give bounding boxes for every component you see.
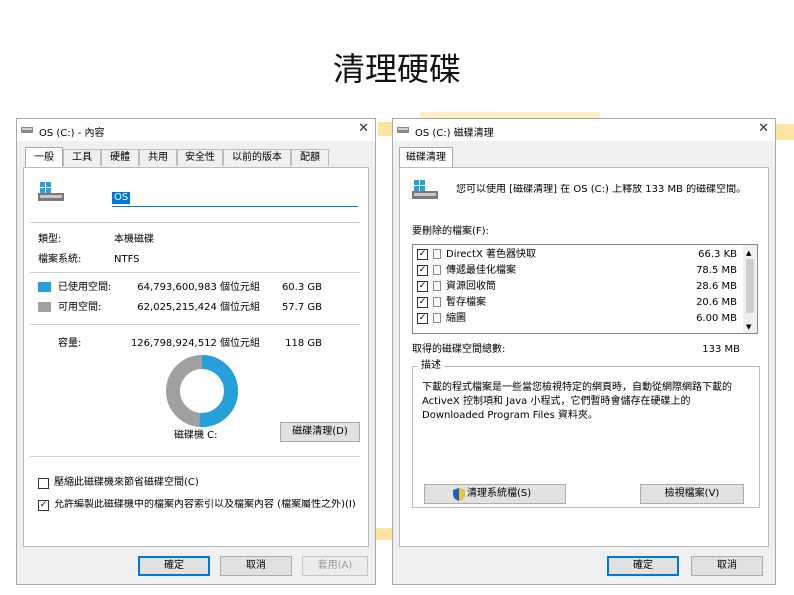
description-line: ActiveX 控制項和 Java 小程式，它們暫時會儲存在硬碟上的 bbox=[422, 396, 691, 407]
description-line: Downloaded Program Files 資料夾。 bbox=[422, 410, 598, 421]
capacity-label: 容量: bbox=[58, 338, 82, 349]
drive-icon bbox=[397, 127, 409, 133]
used-size: 60.3 GB bbox=[281, 282, 322, 293]
drive-icon bbox=[38, 182, 64, 201]
index-checkbox[interactable]: ✓ bbox=[38, 500, 49, 511]
slide-title: 清理硬碟 bbox=[332, 50, 461, 88]
free-label: 可用空間: bbox=[58, 302, 102, 313]
apply-button[interactable]: 套用(A) bbox=[302, 556, 368, 576]
type-value: 本機磁碟 bbox=[114, 234, 154, 245]
files-list-label: 要刪除的檔案(F): bbox=[412, 226, 489, 237]
files-list[interactable]: ✓ DirectX 著色器快取 66.3 KB ✓ 傳遞最佳化檔案 78.5 MB ✓ 資源回… bbox=[412, 244, 758, 334]
file-name: 資源回收筒 bbox=[446, 281, 496, 292]
file-name: 暫存檔案 bbox=[446, 297, 486, 308]
cancel-button[interactable]: 取消 bbox=[691, 556, 763, 576]
divider bbox=[30, 324, 360, 325]
file-checkbox[interactable]: ✓ bbox=[417, 281, 428, 292]
description-label: 描述 bbox=[418, 360, 444, 372]
file-icon bbox=[433, 297, 441, 307]
usage-donut bbox=[166, 355, 238, 427]
disk-cleanup-button[interactable]: 磁碟清理(D) bbox=[280, 422, 360, 442]
drive-icon bbox=[412, 180, 438, 199]
divider bbox=[30, 456, 360, 457]
close-icon[interactable]: ✕ bbox=[758, 122, 769, 136]
file-size: 78.5 MB bbox=[696, 265, 737, 276]
tab-tools[interactable]: 工具 bbox=[63, 149, 101, 166]
free-swatch bbox=[38, 302, 51, 312]
compress-checkbox[interactable] bbox=[38, 478, 49, 489]
scroll-up-icon[interactable]: ▲ bbox=[746, 247, 751, 259]
description-line: 下載的程式檔案是一些當您檢視特定的網頁時，自動從網際網路下載的 bbox=[422, 382, 732, 393]
file-icon bbox=[433, 281, 441, 291]
ok-button[interactable]: 確定 bbox=[138, 556, 210, 576]
cleanup-intro: 您可以使用 [磁碟清理] 在 OS (C:) 上釋放 133 MB 的磁碟空間。 bbox=[456, 184, 747, 195]
fs-label: 檔案系統: bbox=[38, 254, 82, 265]
ok-button[interactable]: 確定 bbox=[607, 556, 679, 576]
type-label: 類型: bbox=[38, 234, 62, 245]
file-name: 縮圖 bbox=[446, 313, 466, 324]
scroll-thumb[interactable] bbox=[746, 259, 754, 313]
divider bbox=[30, 272, 360, 273]
index-label: 允許編製此磁碟機中的檔案內容索引以及檔案內容 (檔案屬性之外)(I) bbox=[54, 499, 356, 510]
free-size: 57.7 GB bbox=[281, 302, 322, 313]
disk-cleanup-window: OS (C:) 磁碟清理 ✕ 磁碟清理 您可以使用 [磁碟清理] 在 OS (C… bbox=[392, 118, 776, 585]
file-size: 28.6 MB bbox=[696, 281, 737, 292]
tab-previous-versions[interactable]: 以前的版本 bbox=[223, 149, 291, 166]
properties-window: OS (C:) - 內容 ✕ 一般 工具 硬體 共用 安全性 以前的版本 配額 … bbox=[16, 118, 376, 585]
window-title: OS (C:) 磁碟清理 bbox=[415, 128, 494, 139]
drive-name-value: OS bbox=[112, 192, 131, 204]
file-checkbox[interactable]: ✓ bbox=[417, 249, 428, 260]
used-swatch bbox=[38, 282, 51, 292]
file-name: 傳遞最佳化檔案 bbox=[446, 265, 516, 276]
scroll-down-icon[interactable]: ▼ bbox=[746, 321, 751, 333]
used-bytes: 64,793,600,983 個位元組 bbox=[137, 282, 260, 293]
file-row[interactable]: ✓ DirectX 著色器快取 66.3 KB bbox=[413, 247, 741, 262]
file-icon bbox=[433, 265, 441, 275]
clean-system-files-label: 清理系統檔(S) bbox=[467, 488, 532, 499]
compress-label: 壓縮此磁碟機來節省磁碟空間(C) bbox=[54, 477, 199, 488]
file-icon bbox=[433, 249, 441, 259]
used-label: 已使用空間: bbox=[58, 282, 112, 293]
file-checkbox[interactable]: ✓ bbox=[417, 313, 428, 324]
general-panel: OS 類型: 本機磁碟 檔案系統: NTFS 已使用空間: 64,793,600… bbox=[23, 167, 369, 547]
tab-hardware[interactable]: 硬體 bbox=[101, 149, 139, 166]
properties-titlebar: OS (C:) - 內容 ✕ bbox=[17, 119, 375, 141]
file-row[interactable]: ✓ 縮圖 6.00 MB bbox=[413, 311, 741, 326]
file-size: 20.6 MB bbox=[696, 297, 737, 308]
file-name: DirectX 著色器快取 bbox=[446, 249, 536, 260]
cancel-button[interactable]: 取消 bbox=[220, 556, 292, 576]
free-bytes: 62,025,215,424 個位元組 bbox=[137, 302, 260, 313]
shield-icon bbox=[453, 488, 465, 501]
decor-highlight bbox=[776, 124, 794, 140]
drive-label: 磁碟機 C: bbox=[174, 430, 218, 441]
cleanup-panel: 您可以使用 [磁碟清理] 在 OS (C:) 上釋放 133 MB 的磁碟空間。… bbox=[399, 167, 769, 547]
divider bbox=[30, 222, 360, 223]
total-value: 133 MB bbox=[702, 344, 740, 355]
file-checkbox[interactable]: ✓ bbox=[417, 297, 428, 308]
tab-security[interactable]: 安全性 bbox=[177, 149, 223, 166]
files-scrollbar[interactable]: ▲ ▼ bbox=[743, 245, 757, 333]
tab-quota[interactable]: 配額 bbox=[291, 149, 329, 166]
cleanup-titlebar: OS (C:) 磁碟清理 ✕ bbox=[393, 119, 775, 141]
file-row[interactable]: ✓ 資源回收筒 28.6 MB bbox=[413, 279, 741, 294]
total-label: 取得的磁碟空間總數: bbox=[412, 344, 506, 355]
tab-general[interactable]: 一般 bbox=[25, 147, 63, 167]
file-size: 6.00 MB bbox=[696, 313, 737, 324]
window-title: OS (C:) - 內容 bbox=[39, 128, 105, 139]
file-row[interactable]: ✓ 暫存檔案 20.6 MB bbox=[413, 295, 741, 310]
drive-icon bbox=[21, 127, 33, 133]
tab-disk-cleanup[interactable]: 磁碟清理 bbox=[399, 147, 453, 167]
file-icon bbox=[433, 313, 441, 323]
fs-value: NTFS bbox=[114, 254, 140, 265]
tab-sharing[interactable]: 共用 bbox=[139, 149, 177, 166]
clean-system-files-button[interactable]: 清理系統檔(S) bbox=[424, 484, 566, 504]
file-checkbox[interactable]: ✓ bbox=[417, 265, 428, 276]
capacity-size: 118 GB bbox=[285, 338, 322, 349]
capacity-bytes: 126,798,924,512 個位元組 bbox=[130, 338, 260, 349]
file-size: 66.3 KB bbox=[698, 249, 737, 260]
drive-name-input[interactable]: OS bbox=[112, 190, 358, 207]
view-files-button[interactable]: 檢視檔案(V) bbox=[640, 484, 744, 504]
close-icon[interactable]: ✕ bbox=[358, 122, 369, 136]
file-row[interactable]: ✓ 傳遞最佳化檔案 78.5 MB bbox=[413, 263, 741, 278]
